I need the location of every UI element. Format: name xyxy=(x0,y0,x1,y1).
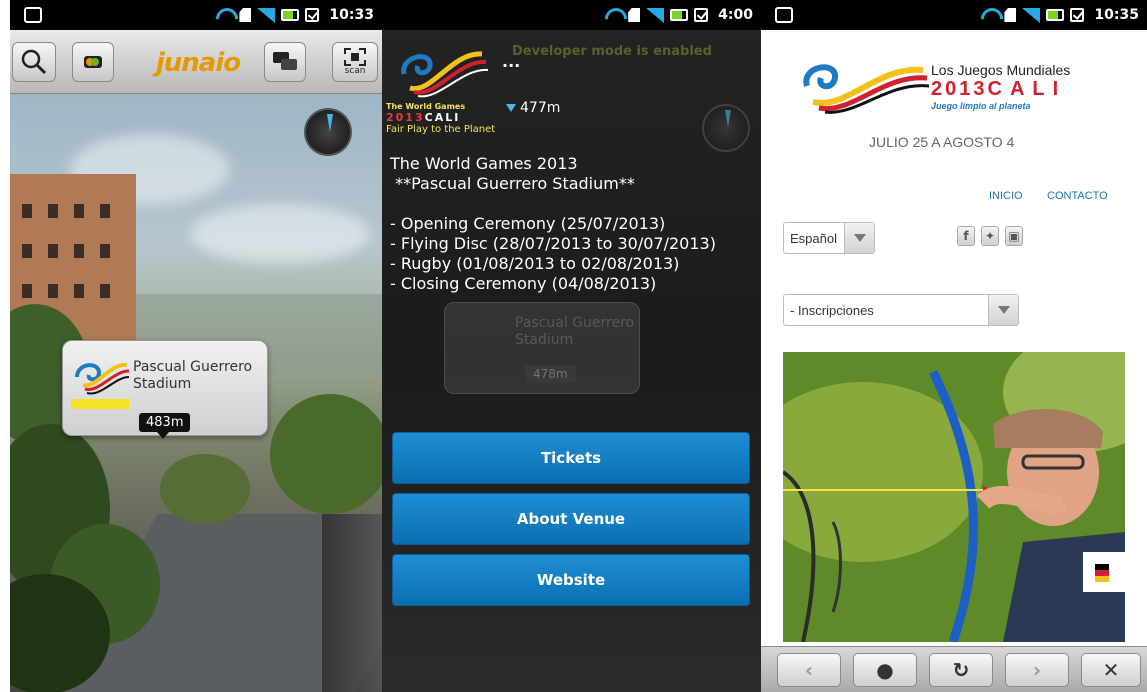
chevron-down-icon xyxy=(844,223,874,253)
refresh-icon: ↻ xyxy=(952,658,970,682)
battery-icon xyxy=(281,9,300,21)
checkbox-icon xyxy=(1070,8,1085,22)
app-notification-icon xyxy=(24,7,42,23)
venue-description: The World Games 2013 **Pascual Guerrero … xyxy=(390,154,758,294)
sd-card-icon xyxy=(628,8,641,22)
archer-illustration xyxy=(783,352,1125,642)
language-select[interactable]: Español xyxy=(783,222,875,254)
status-bar: 10:35 xyxy=(761,0,1147,30)
archer-photo xyxy=(783,352,1125,642)
facebook-icon[interactable]: f xyxy=(957,226,975,246)
close-icon: ✕ xyxy=(1102,658,1120,682)
stop-button[interactable]: ● xyxy=(853,653,917,687)
wifi-icon xyxy=(980,8,998,22)
venue-line: - Closing Ceremony (04/08/2013) xyxy=(390,274,657,293)
world-games-logo: The World Games 2013CALI Fair Play to th… xyxy=(386,42,506,152)
venue-line: - Flying Disc (28/07/2013 to 30/07/2013) xyxy=(390,234,716,253)
social-links: f ✦ ▣ xyxy=(957,226,1023,246)
forward-button[interactable]: › xyxy=(1005,653,1069,687)
search-icon xyxy=(21,49,47,75)
clock: 10:35 xyxy=(1094,7,1139,23)
more-indicator: ... xyxy=(502,52,521,71)
browser-toolbar: ‹ ● ↻ › ✕ xyxy=(761,646,1147,692)
logo-line3: Fair Play to the Planet xyxy=(386,124,496,135)
chevron-down-icon xyxy=(988,295,1018,325)
app-notification-icon xyxy=(775,7,793,23)
wifi-icon xyxy=(604,8,622,22)
junaio-toolbar: junaio scan xyxy=(10,30,382,94)
venue-line: - Opening Ceremony (25/07/2013) xyxy=(390,214,666,233)
venue-distance: 477m xyxy=(506,100,560,116)
poi-bubble[interactable]: Pascual Guerrero Stadium 483m xyxy=(62,340,268,439)
world-games-swoosh-icon xyxy=(803,64,930,114)
logo-line1: The World Games xyxy=(386,102,466,111)
checkbox-icon xyxy=(694,8,709,22)
channel-icon xyxy=(84,56,102,68)
chat-button[interactable] xyxy=(264,42,306,82)
checkbox-icon xyxy=(305,8,320,22)
site-title: Los Juegos Mundiales 2013CALI Juego limp… xyxy=(931,62,1071,111)
developer-mode-banner: Developer mode is enabled xyxy=(512,44,712,59)
status-bar: 10:33 xyxy=(10,0,382,30)
refresh-button[interactable]: ↻ xyxy=(929,653,993,687)
signal-icon xyxy=(646,7,665,23)
battery-icon xyxy=(1046,9,1065,21)
venue-line: **Pascual Guerrero Stadium** xyxy=(390,174,635,193)
inscriptions-select[interactable]: - Inscripciones xyxy=(783,294,1019,326)
about-venue-button[interactable]: About Venue xyxy=(392,493,750,545)
clock: 10:33 xyxy=(329,7,374,23)
tickets-button[interactable]: Tickets xyxy=(392,432,750,484)
close-button[interactable]: ✕ xyxy=(1081,653,1141,687)
stop-icon: ● xyxy=(876,658,894,682)
nav-inicio[interactable]: INICIO xyxy=(989,190,1023,202)
nav-contacto[interactable]: CONTACTO xyxy=(1047,190,1108,202)
webpage: Los Juegos Mundiales 2013CALI Juego limp… xyxy=(761,30,1147,646)
back-icon: ‹ xyxy=(804,658,814,682)
event-dates: JULIO 25 A AGOSTO 4 xyxy=(869,134,1015,150)
scan-button[interactable]: scan xyxy=(332,42,378,82)
junaio-logo: junaio xyxy=(155,48,241,78)
battery-icon xyxy=(670,9,689,21)
venue-line xyxy=(390,194,758,214)
twitter-icon[interactable]: ✦ xyxy=(981,226,999,246)
sd-card-icon xyxy=(239,8,252,22)
junaio-ar-panel: 10:33 junaio scan Pascual Guerrero Stadi… xyxy=(10,0,382,692)
wifi-icon xyxy=(215,8,233,22)
back-button[interactable]: ‹ xyxy=(777,653,841,687)
youtube-icon[interactable]: ▣ xyxy=(1005,226,1023,246)
poi-name: Pascual Guerrero Stadium xyxy=(133,359,253,392)
website-panel: 10:35 Los Juegos Mundiales 2013CALI Jueg… xyxy=(761,0,1147,692)
clock: 4:00 xyxy=(718,7,753,23)
scan-icon xyxy=(344,48,366,66)
compass-radar xyxy=(702,104,750,152)
chat-icon xyxy=(273,52,297,70)
logo-line2: 2013CALI xyxy=(386,111,461,124)
channel-button[interactable] xyxy=(72,42,114,82)
search-button[interactable] xyxy=(12,42,56,82)
signal-icon xyxy=(1022,7,1041,23)
sd-card-icon xyxy=(1004,8,1017,22)
poi-distance: 483m xyxy=(139,413,191,439)
website-button[interactable]: Website xyxy=(392,554,750,606)
world-games-swoosh-icon xyxy=(401,51,489,98)
venue-line: - Rugby (01/08/2013 to 02/08/2013) xyxy=(390,254,680,273)
status-bar: 4:00 xyxy=(382,0,761,30)
forward-icon: › xyxy=(1032,658,1042,682)
scan-label: scan xyxy=(344,66,366,76)
venue-detail-panel: 4:00 Developer mode is enabled The World… xyxy=(382,0,761,692)
world-games-logo-icon xyxy=(71,362,130,409)
compass-radar xyxy=(304,108,352,156)
venue-line: The World Games 2013 xyxy=(390,154,578,173)
signal-icon xyxy=(257,7,276,23)
background-poi-bubble: Pascual Guerrero Stadium 478m xyxy=(444,302,640,394)
